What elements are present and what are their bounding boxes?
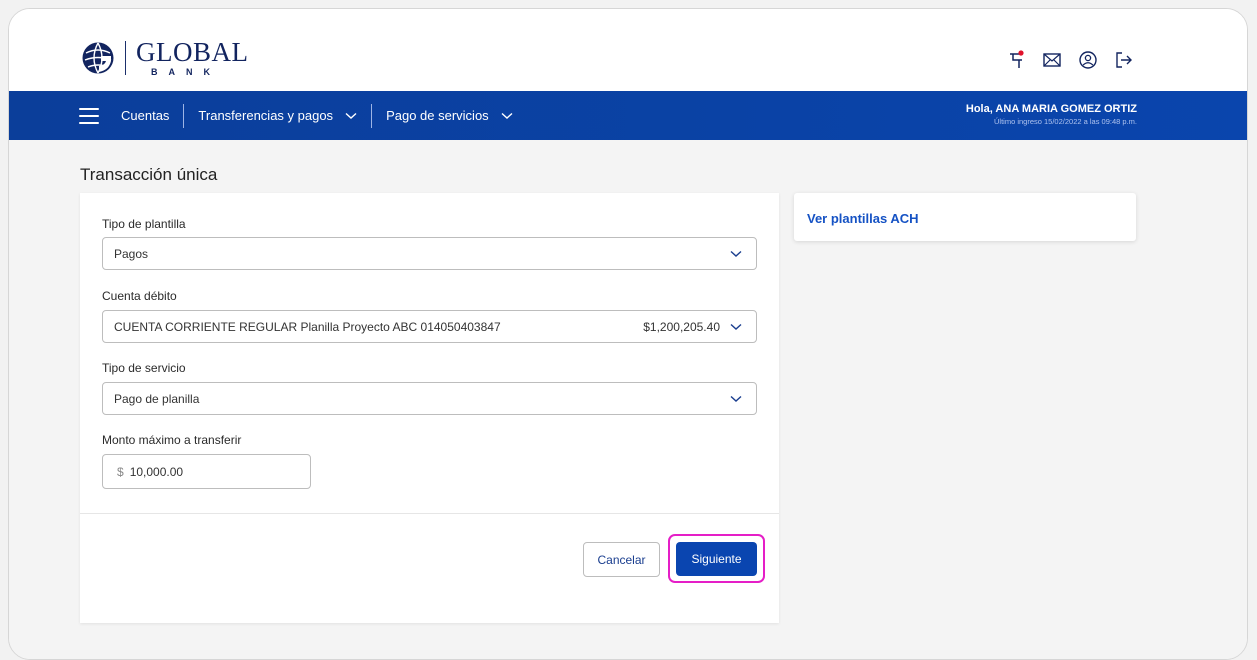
debit-account-balance: $1,200,205.40: [643, 319, 720, 334]
logout-icon[interactable]: [1113, 49, 1135, 71]
max-amount-input[interactable]: [129, 464, 280, 479]
chevron-down-icon: [730, 323, 742, 330]
user-icon[interactable]: [1077, 49, 1099, 71]
last-login-text: Último ingreso 15/02/2022 a las 09:48 p.…: [993, 117, 1137, 126]
app-window: GLOBAL BANK Cuentas Transferencias y pag…: [8, 8, 1248, 660]
max-amount-field[interactable]: $: [102, 454, 311, 489]
main-navbar: Cuentas Transferencias y pagos Pago de s…: [9, 91, 1247, 140]
debit-account-label: Cuenta débito: [102, 289, 177, 303]
template-type-select[interactable]: Pagos: [102, 237, 757, 270]
next-button-highlight: Siguiente: [668, 534, 765, 583]
nav-item-label: Cuentas: [121, 108, 170, 123]
next-button[interactable]: Siguiente: [676, 542, 757, 576]
chevron-down-icon: [345, 112, 357, 119]
greeting-text: Hola, ANA MARIA GOMEZ ORTIZ: [965, 103, 1137, 115]
form-divider: [80, 513, 779, 514]
nav-item-label: Transferencias y pagos: [198, 108, 334, 123]
mail-icon[interactable]: [1041, 49, 1063, 71]
page-title: Transacción única: [80, 165, 218, 184]
template-type-value: Pagos: [114, 246, 149, 261]
service-type-label: Tipo de servicio: [102, 361, 186, 375]
chevron-down-icon: [501, 112, 513, 119]
header-actions: [1005, 49, 1135, 71]
currency-symbol: $: [117, 464, 124, 479]
header: GLOBAL BANK: [9, 9, 1247, 91]
bank-logo[interactable]: GLOBAL BANK: [81, 39, 249, 77]
menu-icon[interactable]: [79, 107, 99, 124]
nav-item-transferencias[interactable]: Transferencias y pagos: [198, 108, 357, 123]
debit-account-value: CUENTA CORRIENTE REGULAR Planilla Proyec…: [114, 319, 501, 334]
templates-side-card: Ver plantillas ACH: [794, 193, 1136, 241]
nav-divider: [371, 103, 373, 128]
cancel-button[interactable]: Cancelar: [583, 542, 660, 577]
nav-item-pago-servicios[interactable]: Pago de servicios: [386, 108, 513, 123]
transaction-form-card: Tipo de plantilla Pagos Cuenta débito CU…: [80, 193, 779, 623]
chevron-down-icon: [730, 250, 742, 257]
nav-item-label: Pago de servicios: [386, 108, 489, 123]
debit-account-select[interactable]: CUENTA CORRIENTE REGULAR Planilla Proyec…: [102, 310, 757, 343]
chevron-down-icon: [730, 395, 742, 402]
nav-item-cuentas[interactable]: Cuentas: [121, 108, 169, 123]
logo-text: GLOBAL BANK: [136, 39, 249, 77]
nav-menu: Cuentas Transferencias y pagos Pago de s…: [79, 91, 513, 140]
service-type-value: Pago de planilla: [114, 391, 200, 406]
service-type-select[interactable]: Pago de planilla: [102, 382, 757, 415]
logo-divider: [125, 41, 126, 75]
brand-sub: BANK: [151, 67, 221, 77]
brand-name: GLOBAL: [136, 37, 249, 67]
view-ach-templates-link[interactable]: Ver plantillas ACH: [807, 211, 919, 226]
max-amount-label: Monto máximo a transferir: [102, 433, 242, 447]
template-type-label: Tipo de plantilla: [102, 217, 186, 231]
user-greeting: Hola, ANA MARIA GOMEZ ORTIZ Último ingre…: [966, 103, 1137, 126]
globe-logo-icon: [82, 42, 114, 74]
flag-icon[interactable]: [1005, 49, 1027, 71]
main-content: Transacción única Tipo de plantilla Pago…: [9, 140, 1247, 659]
nav-divider: [183, 103, 185, 128]
